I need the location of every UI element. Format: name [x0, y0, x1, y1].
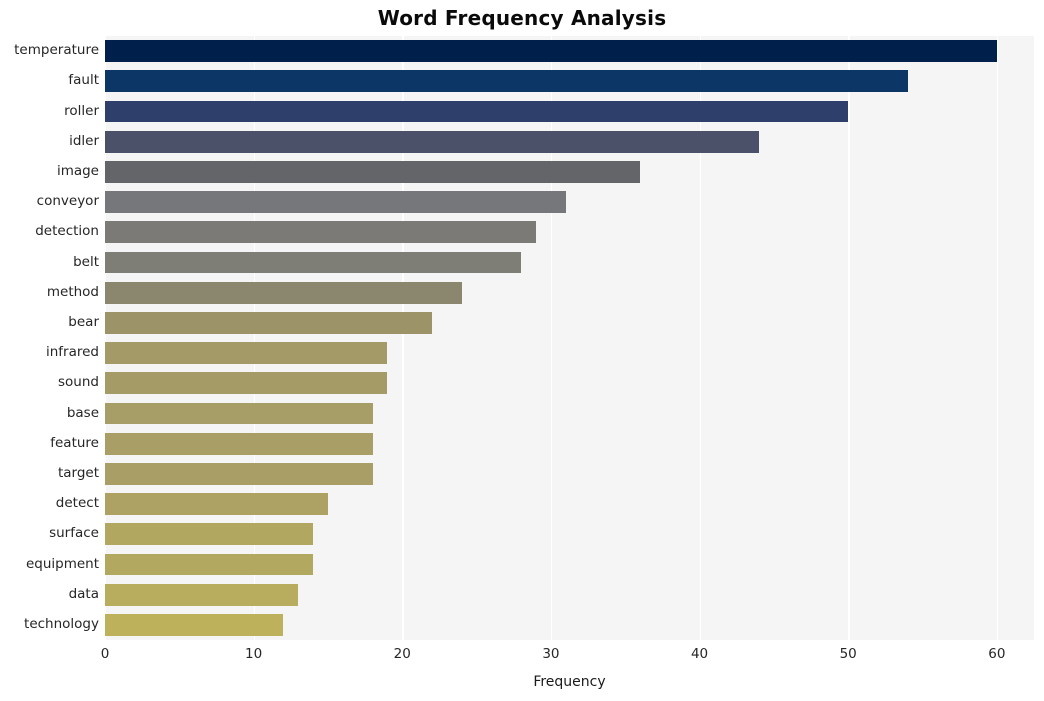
- y-axis-tick-labels: temperature fault roller idler image conveyor…: [0, 36, 99, 640]
- bar-conveyor: [105, 191, 566, 213]
- y-tick-conveyor: conveyor: [36, 193, 99, 210]
- x-tick-20: 20: [393, 646, 411, 662]
- x-tick-10: 10: [245, 646, 263, 662]
- x-tick-60: 60: [988, 646, 1006, 662]
- bar-equipment: [105, 553, 314, 576]
- x-tick-40: 40: [690, 646, 709, 662]
- y-tick-detection: detection: [35, 223, 99, 240]
- bar-row: [105, 308, 1034, 338]
- bar-detect: [105, 493, 328, 515]
- x-axis-tick-labels: 0 10 20 30 40 50 60: [101, 646, 1034, 666]
- bar-image: [105, 161, 641, 183]
- y-tick-fault: fault: [68, 72, 99, 89]
- y-tick-feature: feature: [50, 434, 99, 451]
- bar-row: [105, 429, 1034, 459]
- bar-infrared: [105, 342, 388, 364]
- y-tick-bear: bear: [68, 313, 99, 330]
- bar-row: [105, 66, 1034, 96]
- y-tick-technology: technology: [24, 615, 99, 632]
- bar-surface: [105, 523, 314, 546]
- bar-technology: [105, 614, 284, 636]
- y-tick-target: target: [57, 464, 99, 481]
- bar-target: [105, 463, 373, 485]
- bar-row: [105, 459, 1034, 489]
- plot-area: [105, 36, 1034, 640]
- y-tick-surface: surface: [49, 525, 99, 542]
- bar-row: [105, 580, 1034, 610]
- bar-temperature: [105, 40, 997, 62]
- bar-row: [105, 127, 1034, 157]
- y-tick-detect: detect: [55, 495, 99, 512]
- chart-figure: Word Frequency Analysis temperature fault…: [0, 0, 1044, 701]
- x-tick-0: 0: [100, 646, 110, 662]
- bar-row: [105, 278, 1034, 308]
- y-tick-idler: idler: [69, 132, 99, 149]
- bar-row: [105, 368, 1034, 398]
- bar-belt: [105, 251, 522, 274]
- bar-row: [105, 247, 1034, 277]
- bar-row: [105, 398, 1034, 428]
- bar-fault: [105, 70, 908, 93]
- x-tick-50: 50: [839, 646, 857, 662]
- bar-row: [105, 157, 1034, 187]
- y-tick-method: method: [46, 283, 99, 300]
- bar-row: [105, 610, 1034, 640]
- bar-feature: [105, 432, 373, 455]
- bar-idler: [105, 130, 760, 153]
- y-tick-data: data: [68, 585, 99, 602]
- bar-base: [105, 402, 373, 425]
- bar-row: [105, 549, 1034, 579]
- bar-method: [105, 281, 462, 304]
- y-tick-base: base: [66, 404, 99, 421]
- y-tick-belt: belt: [73, 253, 99, 270]
- bar-bear: [105, 312, 432, 334]
- y-tick-infrared: infrared: [45, 344, 99, 361]
- bar-detection: [105, 221, 537, 244]
- bar-row: [105, 96, 1034, 126]
- y-tick-sound: sound: [58, 374, 99, 391]
- y-tick-roller: roller: [64, 102, 99, 119]
- y-tick-image: image: [56, 162, 99, 179]
- bar-row: [105, 519, 1034, 549]
- x-axis-title: Frequency: [533, 674, 606, 690]
- y-tick-temperature: temperature: [14, 42, 99, 59]
- bar-row: [105, 36, 1034, 66]
- bar-row: [105, 338, 1034, 368]
- y-tick-equipment: equipment: [25, 555, 99, 572]
- x-tick-30: 30: [542, 646, 560, 662]
- bar-row: [105, 187, 1034, 217]
- bar-row: [105, 217, 1034, 247]
- chart-title: Word Frequency Analysis: [377, 6, 667, 30]
- bar-data: [105, 583, 299, 606]
- bar-sound: [105, 372, 388, 395]
- bar-row: [105, 489, 1034, 519]
- bar-roller: [105, 100, 849, 123]
